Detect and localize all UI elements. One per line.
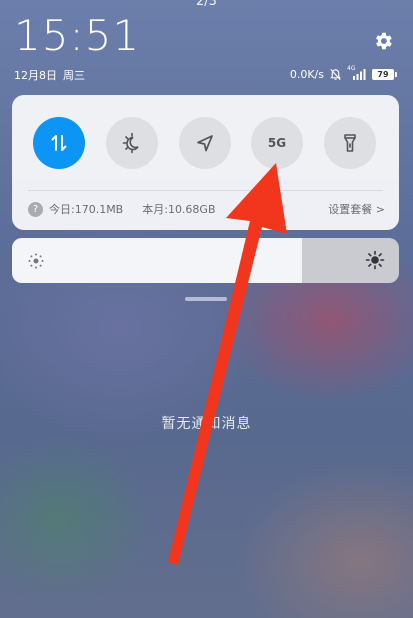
clock[interactable]: 15:51 bbox=[14, 12, 140, 60]
gear-icon[interactable] bbox=[372, 30, 394, 52]
date-text: 12月8日 bbox=[14, 69, 57, 82]
tile-dark-mode[interactable] bbox=[106, 117, 158, 169]
sun-moon-icon bbox=[122, 132, 139, 154]
annotation-arrow bbox=[168, 163, 287, 565]
battery-level: 79 bbox=[372, 68, 394, 80]
tile-flashlight[interactable] bbox=[324, 117, 376, 169]
5g-label: 5G bbox=[267, 136, 287, 150]
weekday-text: 周三 bbox=[63, 69, 85, 82]
flashlight-icon bbox=[344, 134, 356, 152]
set-plan-link[interactable]: 设置套餐 > bbox=[328, 201, 385, 217]
brightness-high-icon bbox=[365, 250, 385, 270]
network-type-label: 4G bbox=[347, 65, 356, 72]
tile-location[interactable] bbox=[179, 117, 231, 169]
battery-icon: 79 bbox=[372, 68, 397, 80]
help-icon[interactable]: ? bbox=[28, 201, 43, 217]
brightness-low-icon bbox=[28, 253, 44, 269]
usage-today: 今日:170.1MB bbox=[49, 203, 124, 216]
drag-handle[interactable] bbox=[185, 297, 227, 301]
page-indicator: 2/3 bbox=[196, 0, 217, 9]
quick-settings-panel: 5G ? 今日:170.1MB 本月:10.68GB 设置套餐 > bbox=[12, 95, 399, 230]
tile-data-transfer[interactable] bbox=[33, 117, 85, 169]
date-line[interactable]: 12月8日 周三 bbox=[14, 67, 85, 83]
navigation-arrow-icon bbox=[197, 135, 213, 152]
tile-5g[interactable]: 5G bbox=[251, 117, 303, 169]
up-down-arrows-icon bbox=[51, 135, 67, 151]
bell-muted-icon bbox=[330, 68, 341, 80]
net-speed: 0.0K/s bbox=[289, 67, 324, 81]
divider bbox=[28, 190, 383, 191]
no-notifications-text: 暂无通知消息 bbox=[161, 416, 252, 432]
brightness-slider[interactable] bbox=[12, 238, 399, 283]
usage-month: 本月:10.68GB bbox=[142, 203, 216, 216]
data-usage-row[interactable]: ? 今日:170.1MB 本月:10.68GB 设置套餐 > bbox=[28, 199, 385, 219]
brightness-fill bbox=[12, 238, 302, 283]
signal: 4G bbox=[347, 65, 367, 80]
status-bar-right: 0.0K/s 4G 79 bbox=[289, 65, 397, 82]
